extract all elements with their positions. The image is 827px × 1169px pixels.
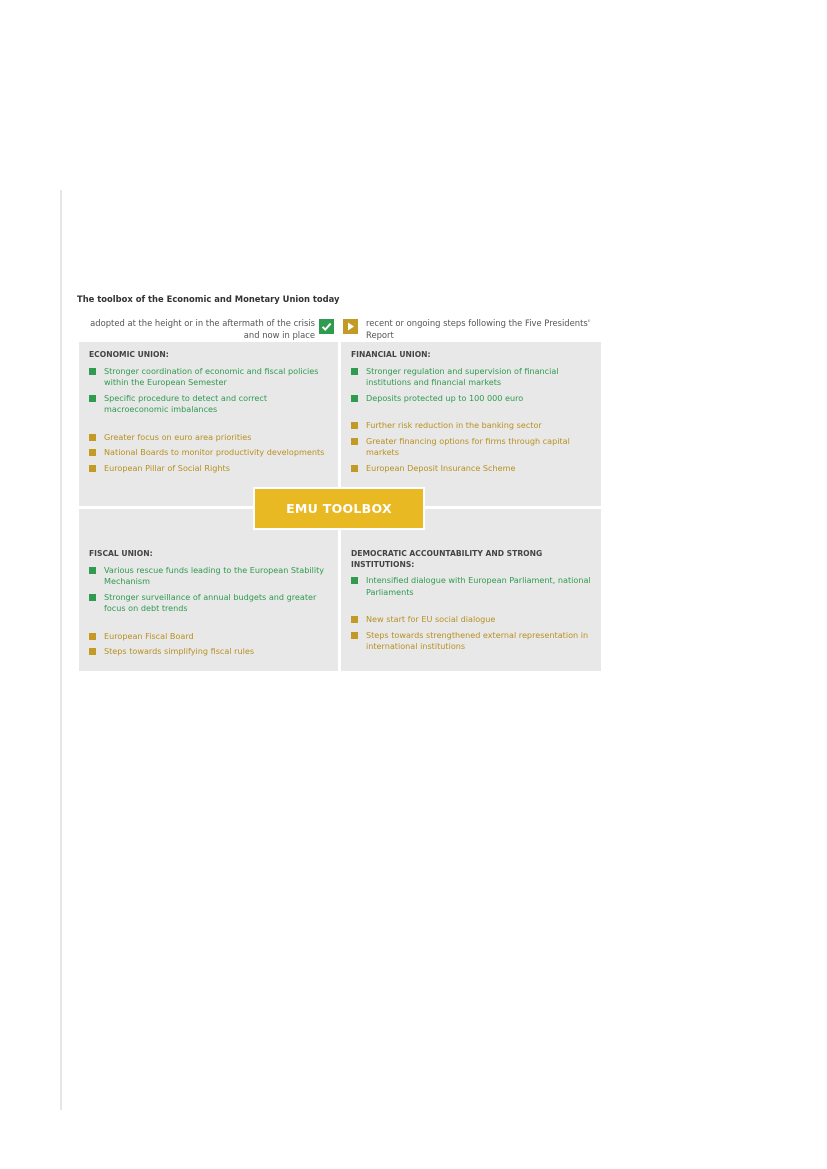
play-icon	[89, 648, 96, 655]
list-item: New start for EU social dialogue	[351, 614, 591, 626]
check-icon	[351, 394, 358, 402]
list-item: Specific procedure to detect and correct…	[89, 393, 328, 416]
financial-union-heading: FINANCIAL UNION:	[351, 350, 431, 359]
list-item: Further risk reduction in the banking se…	[351, 420, 591, 432]
list-item: Various rescue funds leading to the Euro…	[89, 565, 328, 588]
play-icon	[89, 433, 96, 441]
check-icon	[89, 593, 96, 601]
list-item: Stronger coordination of economic and fi…	[89, 366, 328, 389]
list-item: National Boards to monitor productivity …	[89, 447, 328, 459]
check-icon	[89, 367, 96, 375]
legend-recent-label: recent or ongoing steps following the Fi…	[366, 318, 591, 340]
play-icon	[351, 464, 358, 472]
democratic-accountability-heading: DEMOCRATIC ACCOUNTABILITY AND STRONG INS…	[351, 549, 543, 569]
figure-title: The toolbox of the Economic and Monetary…	[77, 294, 340, 304]
play-icon	[89, 464, 96, 472]
financial-union-panel: FINANCIAL UNION: Stronger regulation and…	[341, 342, 601, 506]
economic-union-panel: ECONOMIC UNION: Stronger coordination of…	[79, 342, 338, 506]
fiscal-union-heading: FISCAL UNION:	[89, 549, 153, 558]
legend-adopted-label: adopted at the height or in the aftermat…	[90, 318, 315, 340]
fiscal-union-panel: FISCAL UNION: Various rescue funds leadi…	[79, 509, 338, 671]
page-margin-rule	[60, 190, 62, 1110]
emu-toolbox-label: EMU TOOLBOX	[253, 487, 425, 530]
list-item: Deposits protected up to 100 000 euro	[351, 393, 591, 405]
list-item: European Fiscal Board	[89, 631, 328, 643]
list-item: European Pillar of Social Rights	[89, 463, 328, 475]
play-icon	[351, 437, 358, 445]
list-item: Greater financing options for firms thro…	[351, 436, 591, 459]
play-icon	[351, 616, 358, 623]
check-icon	[319, 319, 334, 334]
list-item: Steps towards simplifying fiscal rules	[89, 646, 328, 658]
check-icon	[89, 394, 96, 402]
play-icon	[351, 422, 358, 429]
check-icon	[351, 367, 358, 375]
list-item: European Deposit Insurance Scheme	[351, 463, 591, 475]
play-icon	[351, 631, 358, 639]
play-icon	[343, 319, 358, 334]
check-icon	[351, 577, 358, 584]
check-icon	[89, 566, 96, 574]
list-item: Greater focus on euro area priorities	[89, 432, 328, 444]
play-icon	[89, 449, 96, 456]
list-item: Stronger surveillance of annual budgets …	[89, 592, 328, 615]
play-icon	[89, 632, 96, 640]
list-item: Intensified dialogue with European Parli…	[351, 575, 591, 598]
list-item: Stronger regulation and supervision of f…	[351, 366, 591, 389]
economic-union-heading: ECONOMIC UNION:	[89, 350, 169, 359]
list-item: Steps towards strengthened external repr…	[351, 630, 591, 653]
democratic-accountability-panel: DEMOCRATIC ACCOUNTABILITY AND STRONG INS…	[341, 509, 601, 671]
